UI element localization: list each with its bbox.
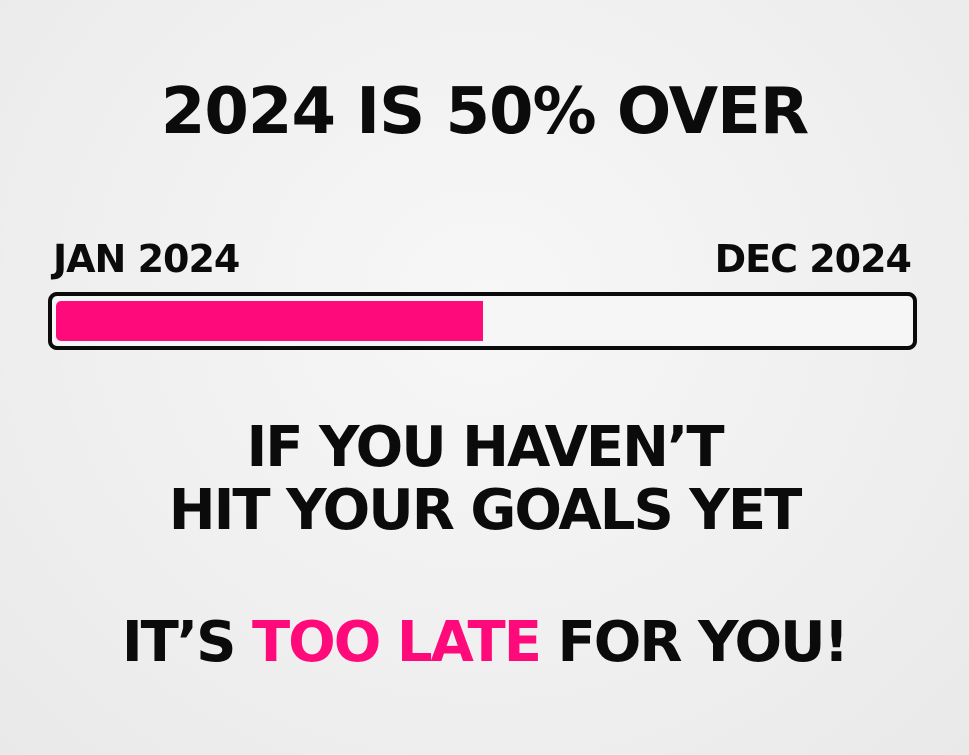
headline: 2024 IS 50% OVER [160,75,809,149]
message-highlight: TOO LATE [251,610,542,675]
progress-end-label: DEC 2024 [714,237,912,281]
progress-start-label: JAN 2024 [53,237,240,281]
year-progress-fill [56,301,483,341]
year-progress-bar [48,292,917,350]
message-suffix: FOR YOU! [540,610,850,675]
message-line-1: IF YOU HAVEN’T [246,415,724,480]
message-line-3: IT’S TOO LATE FOR YOU! [0,615,969,671]
message-prefix: IT’S [121,610,252,675]
message-line-2: HIT YOUR GOALS YET [168,478,803,543]
